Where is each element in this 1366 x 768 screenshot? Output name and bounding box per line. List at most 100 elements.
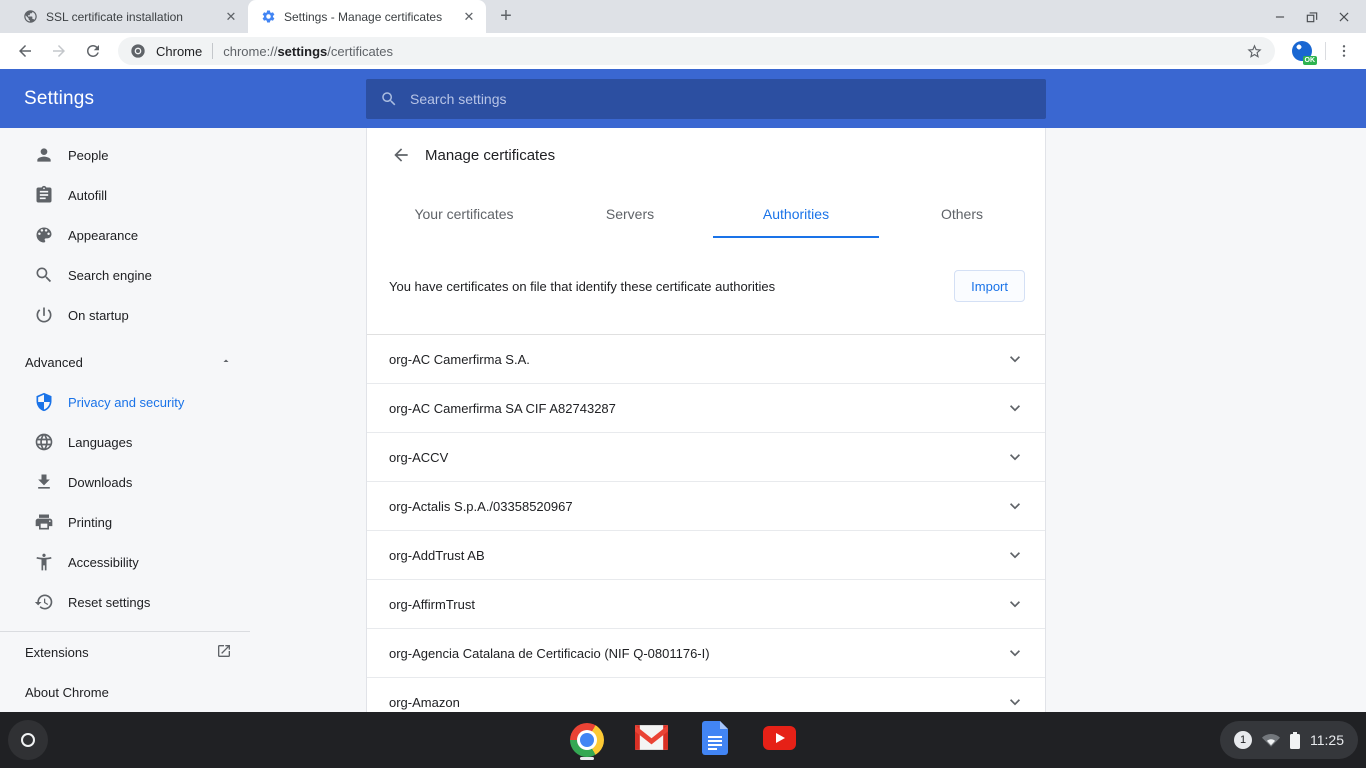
certificate-row[interactable]: org-AffirmTrust <box>367 580 1045 629</box>
site-name: Chrome <box>156 44 202 59</box>
sidebar-item-extensions[interactable]: Extensions <box>0 632 250 672</box>
sidebar-item-autofill[interactable]: Autofill <box>0 175 250 215</box>
sidebar-item-reset-settings[interactable]: Reset settings <box>0 582 250 622</box>
shelf-app-gmail[interactable] <box>634 719 668 761</box>
bookmark-star-icon[interactable] <box>1246 43 1263 60</box>
youtube-icon <box>763 726 796 755</box>
certificate-row[interactable]: org-Agencia Catalana de Certificacio (NI… <box>367 629 1045 678</box>
tab-your-certificates[interactable]: Your certificates <box>381 192 547 238</box>
chevron-down-icon[interactable] <box>1005 349 1025 369</box>
certificate-row[interactable]: org-Actalis S.p.A./03358520967 <box>367 482 1045 531</box>
sidebar-item-privacy-and-security[interactable]: Privacy and security <box>0 382 250 422</box>
omnibox-separator <box>212 43 213 59</box>
browser-tab-ssl-certificate[interactable]: SSL certificate installation ✕ <box>10 0 248 33</box>
chevron-down-icon[interactable] <box>1005 496 1025 516</box>
new-tab-button[interactable]: + <box>492 2 520 30</box>
sidebar-item-search-engine[interactable]: Search engine <box>0 255 250 295</box>
chevron-down-icon[interactable] <box>1005 545 1025 565</box>
sidebar-item-accessibility[interactable]: Accessibility <box>0 542 250 582</box>
chevron-down-icon[interactable] <box>1005 594 1025 614</box>
history-icon <box>34 592 54 612</box>
tab-servers[interactable]: Servers <box>547 192 713 238</box>
tab-close-icon[interactable]: ✕ <box>222 8 240 26</box>
language-globe-icon <box>34 432 54 452</box>
authorities-description-row: You have certificates on file that ident… <box>367 238 1045 335</box>
extension-badge: OK <box>1303 56 1318 65</box>
certificate-name: org-Actalis S.p.A./03358520967 <box>389 499 573 514</box>
certificate-row[interactable]: org-AddTrust AB <box>367 531 1045 580</box>
browser-menu-icon[interactable] <box>1330 37 1358 65</box>
tab-authorities[interactable]: Authorities <box>713 192 879 238</box>
sidebar-item-appearance[interactable]: Appearance <box>0 215 250 255</box>
sidebar-item-label: Downloads <box>68 475 132 490</box>
url-path: /certificates <box>327 44 393 59</box>
chevron-down-icon[interactable] <box>1005 692 1025 712</box>
tab-others[interactable]: Others <box>879 192 1045 238</box>
shelf-apps <box>570 712 796 768</box>
accessibility-icon <box>34 552 54 572</box>
launcher-button[interactable] <box>8 720 48 760</box>
browser-tabstrip: SSL certificate installation ✕ Settings … <box>0 0 1366 33</box>
clock: 11:25 <box>1310 732 1344 748</box>
sidebar-item-label: Languages <box>68 435 132 450</box>
back-icon[interactable] <box>11 37 39 65</box>
download-icon <box>34 472 54 492</box>
shelf-app-youtube[interactable] <box>762 719 796 761</box>
omnibox[interactable]: Chrome chrome://settings/certificates <box>118 37 1275 65</box>
minimize-icon[interactable] <box>1264 0 1296 33</box>
sidebar-item-about-chrome[interactable]: About Chrome <box>0 672 250 712</box>
sidebar-item-on-startup[interactable]: On startup <box>0 295 250 335</box>
sidebar-item-label: Search engine <box>68 268 152 283</box>
search-settings-input[interactable] <box>410 91 1032 107</box>
sidebar-item-label: Accessibility <box>68 555 139 570</box>
sidebar-item-label: Appearance <box>68 228 138 243</box>
printer-icon <box>34 512 54 532</box>
sidebar-item-label: On startup <box>68 308 129 323</box>
notification-count-badge: 1 <box>1234 731 1252 749</box>
certificate-list: org-AC Camerfirma S.A. org-AC Camerfirma… <box>367 335 1045 727</box>
browser-tab-settings[interactable]: Settings - Manage certificates ✕ <box>248 0 486 33</box>
battery-icon <box>1290 732 1300 749</box>
url-scheme: chrome:// <box>223 44 277 59</box>
sidebar-item-printing[interactable]: Printing <box>0 502 250 542</box>
settings-content: People Autofill Appearance Search engine… <box>0 128 1366 768</box>
shelf: 1 11:25 <box>0 712 1366 768</box>
chrome-glyph-icon <box>130 43 146 59</box>
sidebar-item-downloads[interactable]: Downloads <box>0 462 250 502</box>
sidebar-item-label: People <box>68 148 108 163</box>
window-controls <box>1264 0 1366 33</box>
docs-icon <box>702 721 728 760</box>
restore-icon[interactable] <box>1296 0 1328 33</box>
sidebar-item-people[interactable]: People <box>0 135 250 175</box>
close-icon[interactable] <box>1328 0 1360 33</box>
sidebar-item-label: Autofill <box>68 188 107 203</box>
certificate-name: org-AC Camerfirma SA CIF A82743287 <box>389 401 616 416</box>
reload-icon[interactable] <box>79 37 107 65</box>
chevron-down-icon[interactable] <box>1005 398 1025 418</box>
tab-close-icon[interactable]: ✕ <box>460 8 478 26</box>
toolbar-divider <box>1325 42 1326 60</box>
extension-icon[interactable]: OK <box>1291 40 1313 62</box>
certificate-row[interactable]: org-ACCV <box>367 433 1045 482</box>
settings-search-box[interactable] <box>366 79 1046 119</box>
sidebar-item-languages[interactable]: Languages <box>0 422 250 462</box>
certificate-row[interactable]: org-AC Camerfirma SA CIF A82743287 <box>367 384 1045 433</box>
certificate-name: org-ACCV <box>389 450 448 465</box>
status-tray[interactable]: 1 11:25 <box>1220 721 1358 759</box>
search-icon <box>34 265 54 285</box>
back-arrow-icon[interactable] <box>391 145 411 165</box>
authorities-description: You have certificates on file that ident… <box>389 279 775 294</box>
palette-icon <box>34 225 54 245</box>
sidebar-advanced-toggle[interactable]: Advanced <box>0 342 250 382</box>
chevron-down-icon[interactable] <box>1005 643 1025 663</box>
shelf-app-chrome[interactable] <box>570 719 604 761</box>
forward-icon[interactable] <box>45 37 73 65</box>
launcher-circle-icon <box>21 733 35 747</box>
import-button[interactable]: Import <box>954 270 1025 302</box>
url-host: settings <box>277 44 327 59</box>
shelf-app-docs[interactable] <box>698 719 732 761</box>
certificate-row[interactable]: org-AC Camerfirma S.A. <box>367 335 1045 384</box>
chevron-down-icon[interactable] <box>1005 447 1025 467</box>
settings-sidebar: People Autofill Appearance Search engine… <box>0 128 250 712</box>
collapse-caret-icon <box>220 355 232 370</box>
